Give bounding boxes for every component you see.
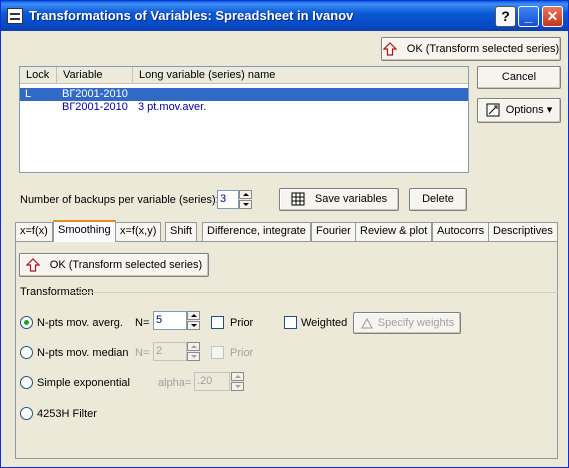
spreadsheet-icon [7,8,23,24]
ok-transform-label: OK (Transform selected series) [406,43,560,55]
moving-average-n-input[interactable]: 5 [153,311,187,330]
tab-smoothing[interactable]: Smoothing [53,220,116,242]
moving-median-n-input[interactable]: 2 [153,342,187,361]
backups-input[interactable]: 3 [217,190,239,209]
specify-weights-button[interactable]: Specify weights [353,312,461,334]
moving-average-n-spinner[interactable] [187,311,200,330]
options-label: Options ▾ [505,104,553,116]
save-variables-label: Save variables [314,193,388,205]
help-button[interactable]: ? [495,6,516,27]
median-prior-label: Prior [230,347,254,359]
simple-exponential-label[interactable]: Simple exponential [37,377,130,389]
ok-transform-button[interactable]: OK (Transform selected series) [381,37,561,61]
list-item[interactable]: ВГ2001-2010 3 pt.mov.aver. [20,101,468,114]
radio-simple-exponential[interactable] [20,376,33,389]
tab-xfxy[interactable]: x=f(x,y) [115,222,162,241]
specify-weights-label: Specify weights [377,317,455,329]
cell-lock: L [25,88,32,100]
alpha-input[interactable]: .20 [194,372,230,391]
moving-median-label[interactable]: N-pts mov. median [37,347,129,359]
alpha-spinner[interactable] [231,372,244,391]
column-header-lock[interactable]: Lock [20,67,57,84]
minimize-button[interactable]: _ [518,6,539,27]
radio-moving-average[interactable] [20,316,33,329]
backups-spinner[interactable] [239,190,252,209]
cell-long-name: 3 pt.mov.aver. [138,101,207,113]
tab-xfx[interactable]: x=f(x) [15,222,53,241]
moving-average-label[interactable]: N-pts mov. averg. [37,317,123,329]
tab-descriptives[interactable]: Descriptives [488,222,558,241]
n-label: N= [135,317,150,329]
save-variables-button[interactable]: Save variables [279,188,399,211]
tab-review-plot[interactable]: Review & plot [355,222,433,241]
radio-4253h-filter[interactable] [20,407,33,420]
prior-checkbox[interactable] [211,316,224,329]
median-prior-checkbox[interactable] [211,346,224,359]
up-arrow-icon [25,258,40,272]
panel-ok-transform-button[interactable]: OK (Transform selected series) [19,253,209,277]
weights-icon [360,318,373,329]
options-button[interactable]: Options ▾ [477,98,561,123]
list-header: Lock Variable Long variable (series) nam… [20,67,468,84]
weighted-label[interactable]: Weighted [301,317,347,329]
tab-shift[interactable]: Shift [165,222,198,241]
median-n-label: N= [135,347,150,359]
column-header-long-name[interactable]: Long variable (series) name [133,67,468,84]
title-bar[interactable]: Transformations of Variables: Spreadshee… [1,1,568,31]
filter-4253h-label[interactable]: 4253H Filter [37,408,97,420]
alpha-label: alpha= [158,377,192,389]
close-button[interactable]: ✕ [542,6,563,27]
list-item[interactable]: L ВГ2001-2010 [20,88,468,101]
cell-variable: ВГ2001-2010 [62,101,128,113]
tab-difference-integrate[interactable]: Difference, integrate [202,222,311,241]
tab-autocorrs[interactable]: Autocorrs [432,222,490,241]
tab-fourier[interactable]: Fourier [311,222,356,241]
backups-label: Number of backups per variable (series): [20,194,219,206]
up-arrow-icon [382,42,397,56]
group-divider [73,292,558,293]
grid-icon [291,192,305,206]
moving-median-n-spinner[interactable] [187,342,200,361]
radio-moving-median[interactable] [20,346,33,359]
column-header-variable[interactable]: Variable [57,67,133,84]
options-icon [486,103,500,117]
cancel-button[interactable]: Cancel [477,66,561,89]
window-title: Transformations of Variables: Spreadshee… [29,8,354,23]
variables-list[interactable]: Lock Variable Long variable (series) nam… [19,66,469,173]
dialog-window: Transformations of Variables: Spreadshee… [0,0,569,468]
prior-label[interactable]: Prior [230,317,253,329]
panel-ok-label: OK (Transform selected series) [49,259,203,271]
delete-button[interactable]: Delete [409,188,467,211]
weighted-checkbox[interactable] [284,316,297,329]
cell-variable: ВГ2001-2010 [62,88,128,100]
